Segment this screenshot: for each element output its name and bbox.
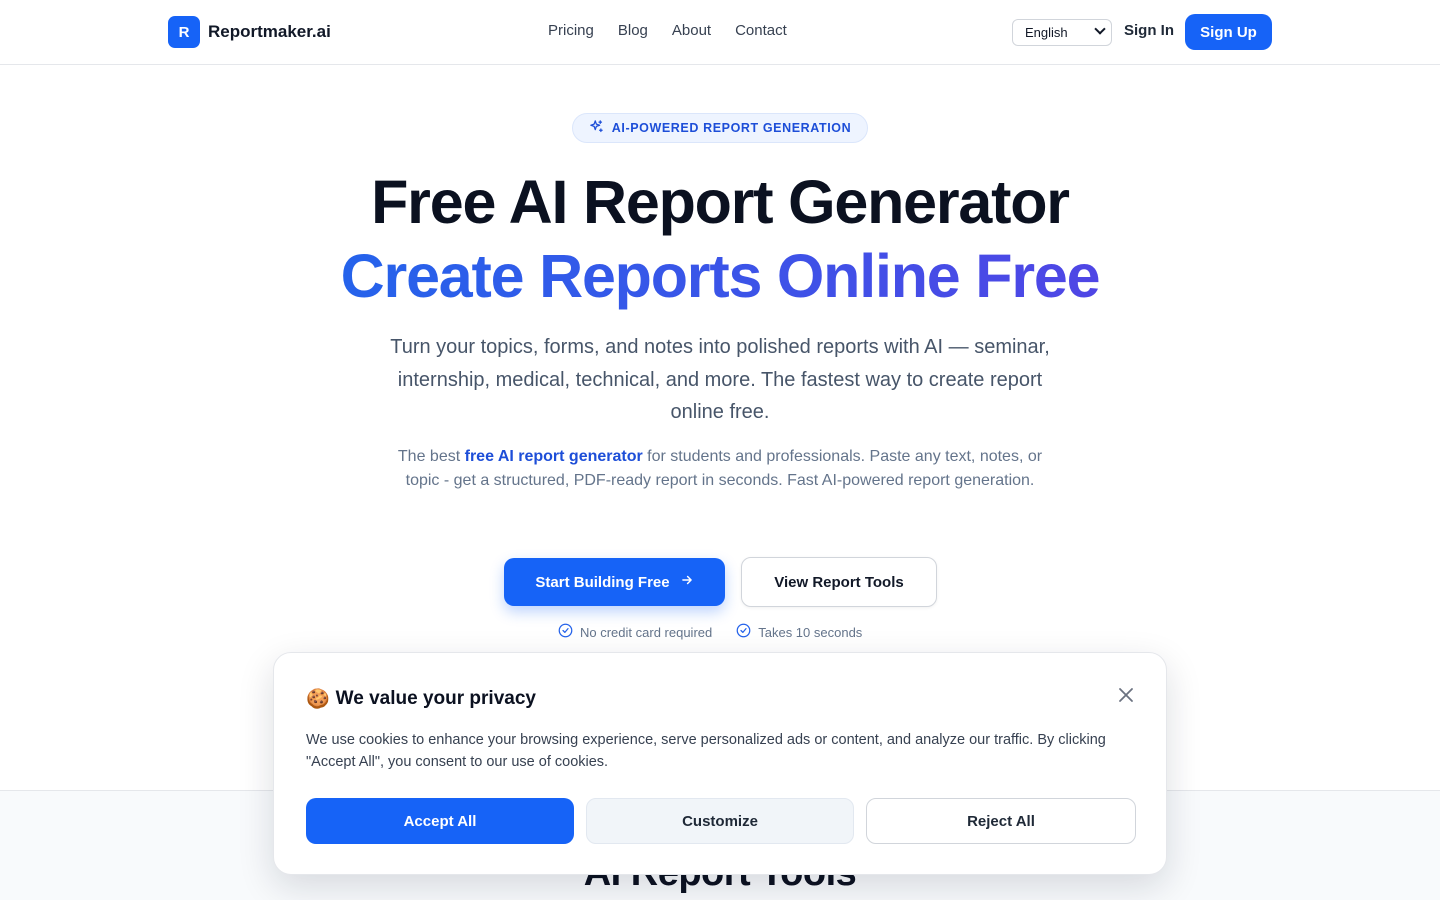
perk-label: No credit card required bbox=[580, 624, 713, 640]
reject-all-button[interactable]: Reject All bbox=[866, 798, 1136, 844]
sign-up-button[interactable]: Sign Up bbox=[1185, 14, 1272, 50]
hero-title-gradient-text: Create Reports Online Free bbox=[340, 242, 1101, 310]
nav-link-pricing[interactable]: Pricing bbox=[548, 22, 594, 39]
cookie-message: We use cookies to enhance your browsing … bbox=[306, 732, 1106, 770]
check-circle-icon bbox=[736, 623, 751, 641]
accept-all-button[interactable]: Accept All bbox=[306, 798, 574, 844]
hero-description-prefix: The best bbox=[397, 448, 465, 465]
cookie-icon: 🍪 bbox=[306, 689, 330, 710]
check-circle-icon bbox=[558, 623, 573, 641]
cookie-consent-banner: 🍪 We value your privacy We use cookies t… bbox=[273, 652, 1167, 875]
language-select[interactable]: English bbox=[1012, 19, 1112, 46]
sign-in-link[interactable]: Sign In bbox=[1124, 22, 1174, 39]
start-building-label: Start Building Free bbox=[535, 573, 670, 591]
cookie-title: 🍪 We value your privacy bbox=[306, 687, 536, 711]
brand-logo[interactable]: R Reportmaker.ai bbox=[168, 16, 331, 48]
start-building-button[interactable]: Start Building Free bbox=[504, 558, 725, 606]
perk-no-credit-card: No credit card required bbox=[558, 623, 712, 641]
brand-name: Reportmaker.ai bbox=[208, 22, 331, 41]
cookie-title-text: We value your privacy bbox=[335, 688, 536, 709]
top-navbar: R Reportmaker.ai Pricing Blog About Cont… bbox=[0, 0, 1440, 65]
nav-link-contact[interactable]: Contact bbox=[735, 22, 787, 39]
customize-button[interactable]: Customize bbox=[586, 798, 854, 844]
view-report-tools-button[interactable]: View Report Tools bbox=[741, 557, 937, 607]
close-icon[interactable] bbox=[1118, 687, 1134, 703]
chevron-down-icon bbox=[1094, 23, 1106, 35]
language-select-value: English bbox=[1025, 25, 1068, 40]
perk-takes-10-seconds: Takes 10 seconds bbox=[736, 623, 862, 641]
perk-label: Takes 10 seconds bbox=[758, 624, 863, 640]
nav-link-blog[interactable]: Blog bbox=[618, 22, 648, 39]
hero-title-gradient: Create Reports Online Free bbox=[0, 240, 1440, 312]
hero-badge: AI-POWERED REPORT GENERATION bbox=[572, 113, 868, 143]
hero-subtitle: Turn your topics, forms, and notes into … bbox=[390, 336, 1050, 423]
arrow-right-icon bbox=[680, 573, 694, 591]
hero-perks: No credit card required Takes 10 seconds bbox=[558, 623, 862, 641]
nav-link-about[interactable]: About bbox=[672, 22, 711, 39]
hero-description: The best free AI report generator for st… bbox=[380, 445, 1060, 493]
sparkles-icon bbox=[589, 119, 604, 137]
hero-title: Free AI Report Generator bbox=[371, 168, 1070, 236]
logo-mark: R bbox=[168, 16, 200, 48]
free-ai-report-generator-link[interactable]: free AI report generator bbox=[465, 448, 643, 465]
hero-badge-label: AI-POWERED REPORT GENERATION bbox=[611, 121, 852, 135]
nav-links: Pricing Blog About Contact bbox=[548, 22, 787, 39]
